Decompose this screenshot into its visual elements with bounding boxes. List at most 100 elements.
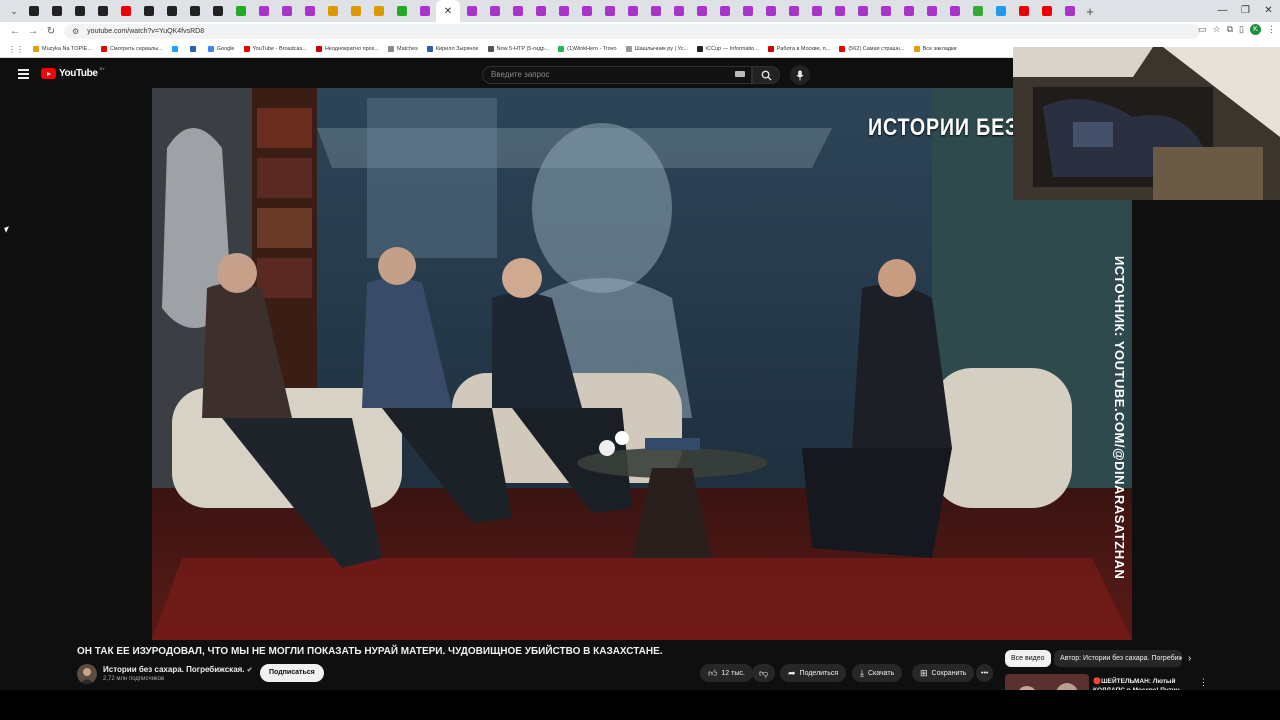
close-window-icon[interactable]: ✕	[1257, 0, 1280, 22]
voice-search-button[interactable]	[790, 65, 810, 85]
browser-tab[interactable]	[690, 0, 713, 22]
browser-tab[interactable]	[252, 0, 275, 22]
chip-scroll-right-icon[interactable]: ›	[1188, 653, 1191, 664]
browser-tab[interactable]	[1012, 0, 1035, 22]
bookmark-item[interactable]: Шашлычник ру | Ус...	[625, 46, 688, 52]
share-button[interactable]: ➦ Поделиться	[780, 664, 847, 682]
youtube-logo[interactable]: YouTube BY	[41, 66, 105, 79]
channel-name[interactable]: Истории без сахара. Погребижская. ✔	[103, 665, 253, 674]
browser-tab[interactable]	[91, 0, 114, 22]
browser-tab[interactable]	[1035, 0, 1058, 22]
browser-tab[interactable]	[667, 0, 690, 22]
chip-by-author[interactable]: Автор: Истории без сахара. Погребижская.	[1054, 650, 1182, 667]
bookmark-item[interactable]: Работа в Москве, п...	[767, 46, 830, 52]
keyboard-icon[interactable]	[735, 71, 745, 77]
sidepanel-icon[interactable]: ▯	[1239, 24, 1244, 35]
browser-tab[interactable]	[989, 0, 1012, 22]
browser-tab[interactable]	[275, 0, 298, 22]
tab-search-chevron-icon[interactable]: ⌄	[6, 3, 22, 19]
bookmark-item[interactable]: Смотреть сериалы...	[100, 46, 163, 52]
browser-tab[interactable]	[943, 0, 966, 22]
browser-tab[interactable]	[713, 0, 736, 22]
video-player[interactable]: ИСТОРИИ БЕЗ ИСТОЧНИК: YOUTUBE.COM/@DINAR…	[152, 88, 1132, 640]
bookmark-item[interactable]: (562) Самая страшн...	[839, 46, 905, 52]
bookmark-item[interactable]: Неоднократно прох...	[315, 46, 379, 52]
browser-tab[interactable]	[413, 0, 436, 22]
browser-tab[interactable]	[483, 0, 506, 22]
restore-icon[interactable]: ❐	[1234, 0, 1257, 22]
bookmark-star-icon[interactable]: ☆	[1213, 24, 1221, 35]
browser-tab[interactable]	[114, 0, 137, 22]
browser-tab[interactable]	[22, 0, 45, 22]
bookmark-item[interactable]: Все закладки	[913, 46, 957, 52]
browser-tab[interactable]	[68, 0, 91, 22]
browser-tab[interactable]	[759, 0, 782, 22]
search-button[interactable]	[752, 66, 780, 84]
browser-tab[interactable]	[1058, 0, 1081, 22]
download-button[interactable]: ⤓ Скачать	[852, 664, 903, 682]
browser-tab[interactable]	[206, 0, 229, 22]
browser-tab[interactable]	[229, 0, 252, 22]
chip-all-videos[interactable]: Все видео	[1005, 650, 1051, 667]
browser-tab[interactable]	[460, 0, 483, 22]
bookmark-item[interactable]: Matches	[388, 46, 418, 52]
back-icon[interactable]: ←	[6, 26, 24, 37]
cast-icon[interactable]: ▭	[1198, 24, 1207, 35]
browser-tab[interactable]	[920, 0, 943, 22]
browser-tab[interactable]	[897, 0, 920, 22]
profile-avatar[interactable]: K	[1250, 24, 1261, 35]
browser-tab[interactable]	[390, 0, 413, 22]
browser-tab[interactable]	[782, 0, 805, 22]
browser-tab[interactable]	[805, 0, 828, 22]
extensions-icon[interactable]: ⧉	[1227, 24, 1233, 35]
browser-tab[interactable]	[506, 0, 529, 22]
browser-tab[interactable]	[621, 0, 644, 22]
subscribe-button[interactable]: Подписаться	[260, 664, 324, 682]
browser-tab[interactable]	[344, 0, 367, 22]
browser-tab[interactable]	[966, 0, 989, 22]
bookmark-item[interactable]: Now 5-HTP (5-гидр...	[487, 46, 549, 52]
browser-tab[interactable]	[529, 0, 552, 22]
bookmark-item[interactable]	[171, 46, 181, 52]
browser-tab[interactable]	[183, 0, 206, 22]
browser-tab[interactable]	[367, 0, 390, 22]
browser-tab[interactable]	[644, 0, 667, 22]
search-input[interactable]: Введите запрос	[482, 66, 752, 84]
browser-tab[interactable]	[321, 0, 344, 22]
minimize-icon[interactable]: —	[1211, 0, 1234, 22]
browser-tab[interactable]	[137, 0, 160, 22]
browser-tab[interactable]	[851, 0, 874, 22]
browser-tab[interactable]	[45, 0, 68, 22]
dislike-button[interactable]: 👎︎	[752, 664, 776, 682]
channel-avatar[interactable]	[77, 664, 97, 684]
browser-menu-icon[interactable]: ⋮	[1267, 24, 1276, 35]
browser-tab[interactable]	[828, 0, 851, 22]
browser-tab[interactable]	[552, 0, 575, 22]
site-info-icon[interactable]: ⚙	[72, 27, 79, 36]
address-bar[interactable]: ⚙ youtube.com/watch?v=YuQK4fvsRD8	[64, 24, 1200, 39]
bookmark-item[interactable]: YouTube - Broadcas...	[243, 46, 307, 52]
forward-icon[interactable]: →	[24, 26, 42, 37]
save-button[interactable]: ⊞ Сохранить	[912, 664, 975, 682]
bookmark-item[interactable]: (1)WinkHero - Trovo	[558, 46, 617, 52]
like-button[interactable]: 👍︎ 12 тыс.	[700, 664, 753, 682]
bookmark-item[interactable]: Muzyka Na TOPIE...	[33, 46, 92, 52]
browser-tab[interactable]	[598, 0, 621, 22]
browser-tab[interactable]	[736, 0, 759, 22]
new-tab-button[interactable]: +	[1081, 4, 1099, 19]
bookmark-item[interactable]: Кирилл Зыряное	[426, 46, 479, 52]
browser-tab[interactable]	[298, 0, 321, 22]
browser-tab[interactable]	[160, 0, 183, 22]
bookmark-item[interactable]: iCCup — Informatio...	[696, 46, 759, 52]
browser-tab[interactable]	[575, 0, 598, 22]
hamburger-menu-icon[interactable]	[18, 69, 29, 81]
close-tab-icon[interactable]: ✕	[444, 6, 452, 17]
bookmark-item[interactable]	[189, 46, 199, 52]
more-actions-button[interactable]: •••	[976, 664, 994, 682]
apps-grid-icon[interactable]: ⋮⋮	[8, 45, 24, 54]
recommendation-menu-icon[interactable]: ⋮	[1199, 677, 1208, 688]
browser-tab[interactable]: ✕	[436, 0, 460, 22]
browser-tab[interactable]	[874, 0, 897, 22]
reload-icon[interactable]: ↻	[42, 26, 60, 37]
bookmark-item[interactable]: Google	[207, 46, 235, 52]
